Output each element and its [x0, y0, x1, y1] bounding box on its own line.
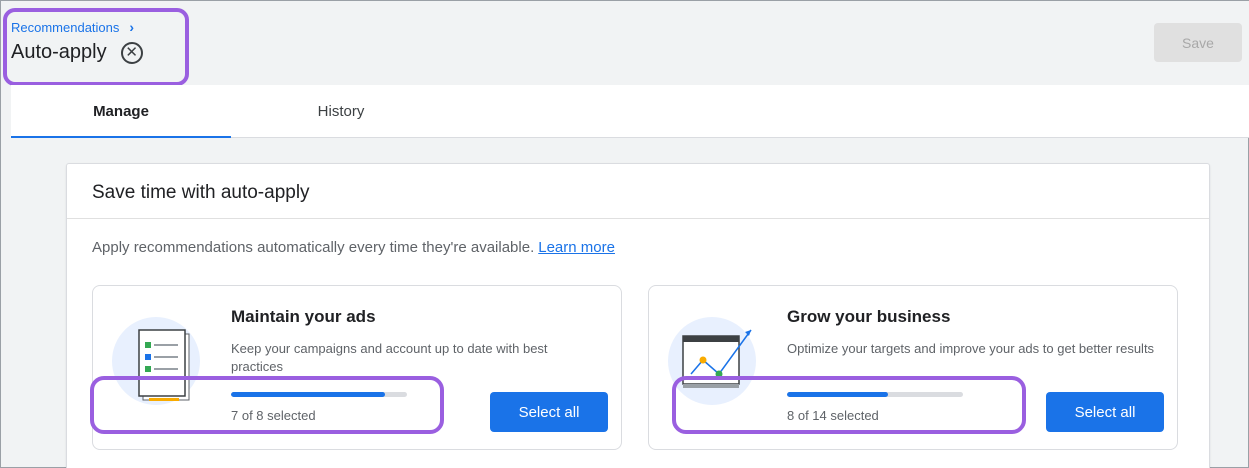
learn-more-link[interactable]: Learn more	[538, 239, 615, 256]
auto-apply-card: Save time with auto-apply Apply recommen…	[66, 163, 1210, 468]
title-highlight-annotation	[3, 8, 189, 86]
select-all-button[interactable]: Select all	[1046, 392, 1164, 432]
tab-manage[interactable]: Manage	[11, 85, 231, 137]
page-header: Recommendations › Auto-apply ✕ Save	[1, 1, 1249, 86]
maintain-ads-section: Maintain your ads Keep your campaigns an…	[90, 285, 622, 450]
progress-highlight-annotation	[90, 376, 444, 434]
active-tab-indicator	[11, 136, 231, 138]
section-description: Optimize your targets and improve your a…	[787, 341, 1155, 356]
tab-bar: Manage History	[11, 85, 1249, 138]
card-description: Apply recommendations automatically ever…	[92, 239, 615, 256]
section-title: Grow your business	[787, 307, 951, 326]
section-title: Maintain your ads	[231, 307, 376, 326]
save-button[interactable]: Save	[1154, 23, 1242, 62]
select-all-button[interactable]: Select all	[490, 392, 608, 432]
tab-history[interactable]: History	[231, 85, 451, 137]
section-description: Keep your campaigns and account up to da…	[231, 341, 548, 374]
grow-business-section: Grow your business Optimize your targets…	[648, 285, 1178, 450]
card-description-text: Apply recommendations automatically ever…	[92, 239, 535, 256]
card-title: Save time with auto-apply	[92, 182, 310, 203]
progress-highlight-annotation	[672, 376, 1026, 434]
divider	[67, 218, 1209, 219]
